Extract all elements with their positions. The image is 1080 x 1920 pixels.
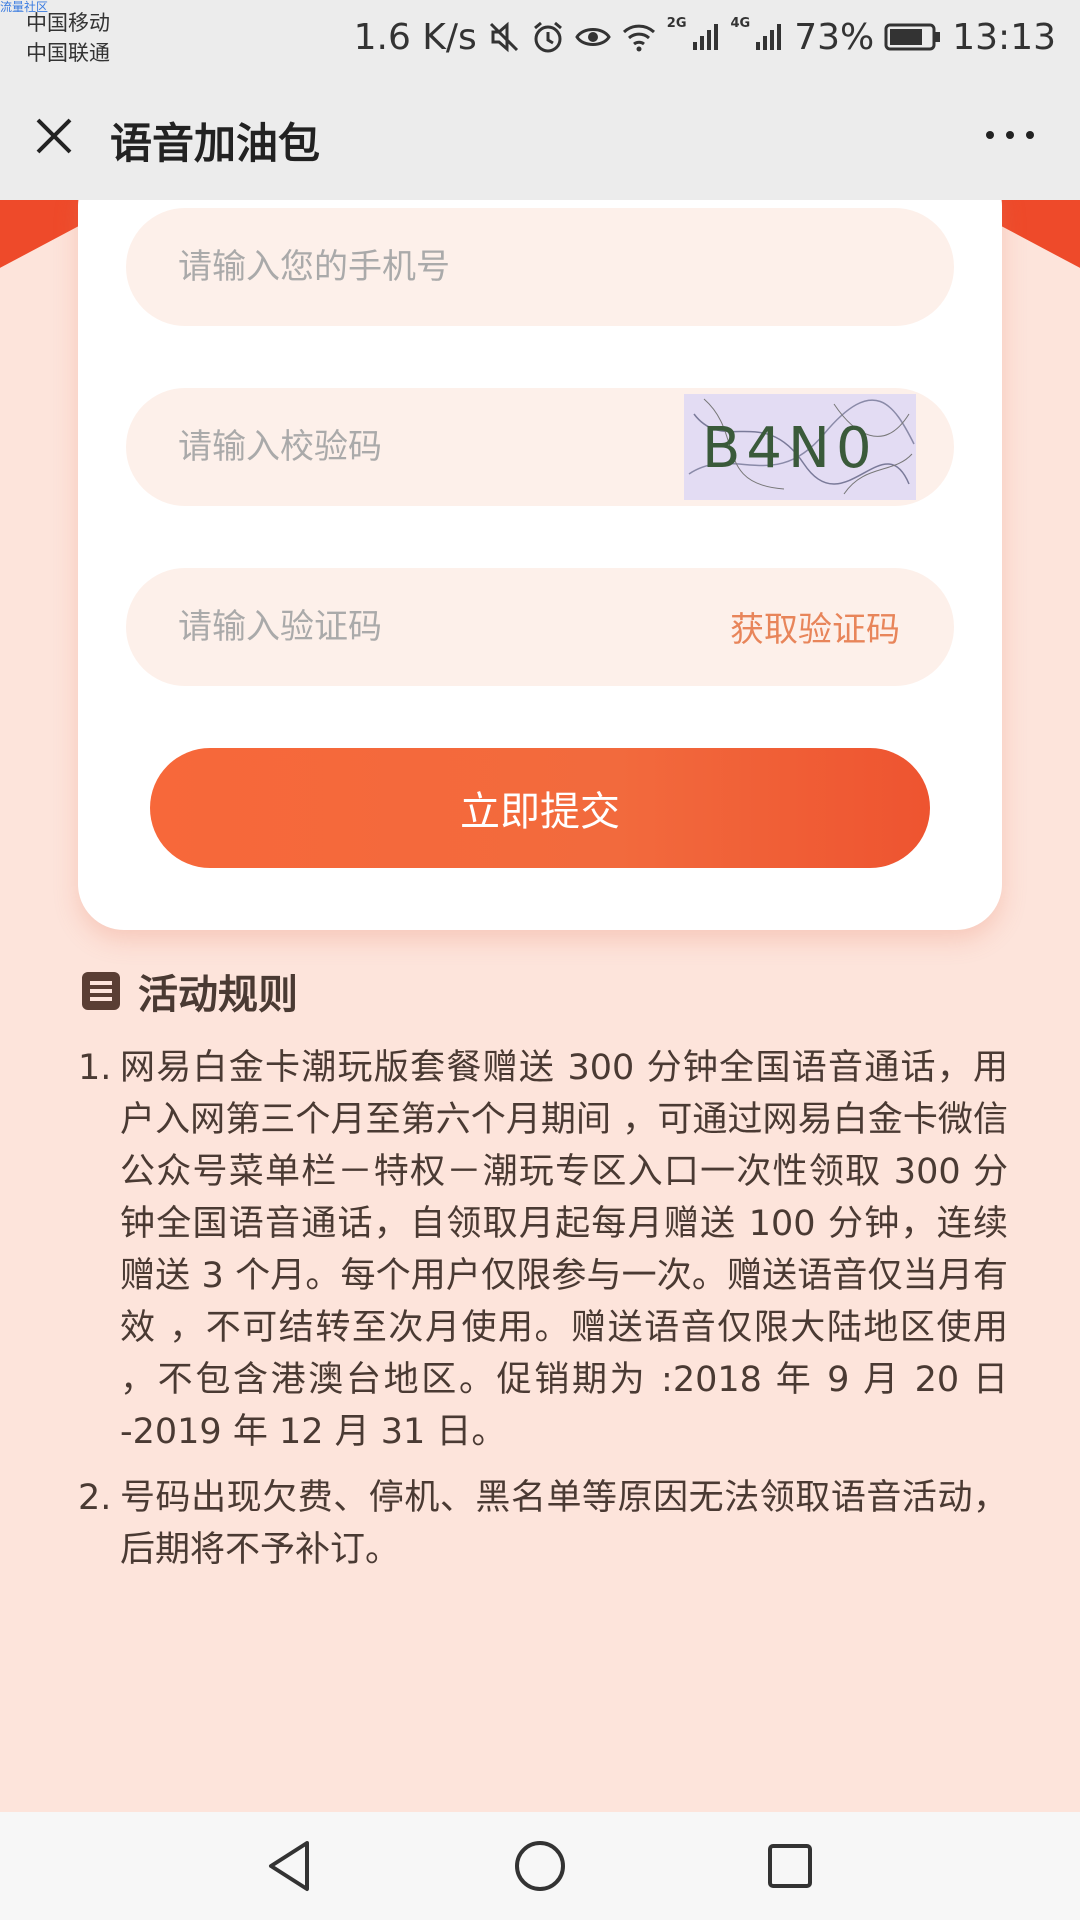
- captcha-field: B4N0: [126, 388, 954, 506]
- title-bar: 语音加油包: [0, 80, 1080, 200]
- home-circle-icon: [515, 1841, 565, 1891]
- back-triangle-icon: [269, 1841, 309, 1891]
- get-code-button[interactable]: 获取验证码: [730, 602, 900, 651]
- document-icon: [82, 972, 120, 1010]
- status-icons: 1.6 K/s 2G 4G 73% 13:13: [354, 12, 1056, 62]
- mute-icon: [487, 20, 521, 54]
- rule-text: 号码出现欠费、停机、黑名单等原因无法领取语音活动，后期将不予补订。: [120, 1478, 1008, 1570]
- rule-number: 2.: [78, 1478, 112, 1518]
- rules-title: 活动规则: [138, 972, 298, 1018]
- home-button[interactable]: [510, 1836, 570, 1896]
- form-card: B4N0 获取验证码 立即提交: [78, 200, 1002, 930]
- eye-icon: [575, 20, 611, 54]
- captcha-text: B4N0: [702, 416, 878, 481]
- carrier-2: 中国联通: [26, 41, 110, 65]
- more-icon: [986, 131, 1034, 139]
- back-button[interactable]: [260, 1836, 320, 1896]
- page-title: 语音加油包: [110, 119, 321, 168]
- submit-button[interactable]: 立即提交: [150, 748, 930, 868]
- rules-list: 1. 网易白金卡潮玩版套餐赠送 300 分钟全国语音通话，用户入网第三个月至第六…: [78, 1042, 1008, 1590]
- status-bar: 流量社区 中国移动 中国联通 1.6 K/s 2G 4G 73% 13:13: [0, 0, 1080, 80]
- more-button[interactable]: [980, 120, 1040, 150]
- carrier-info: 中国移动 中国联通: [26, 8, 110, 68]
- captcha-image[interactable]: B4N0: [684, 394, 916, 500]
- close-button[interactable]: [30, 112, 78, 160]
- net-speed: 1.6 K/s: [353, 16, 477, 58]
- recents-button[interactable]: [760, 1836, 820, 1896]
- signal-icon: [754, 22, 784, 52]
- phone-field: [126, 208, 954, 326]
- rule-number: 1.: [78, 1048, 112, 1088]
- sms-code-field: 获取验证码: [126, 568, 954, 686]
- phone-input[interactable]: [126, 208, 954, 326]
- battery-icon: [884, 22, 942, 52]
- system-nav-bar: [0, 1812, 1080, 1920]
- close-icon: [36, 118, 72, 154]
- page-content: B4N0 获取验证码 立即提交 活动规则 1. 网易白金卡潮玩版套餐赠送 300…: [0, 200, 1080, 1812]
- signal-icon: [691, 22, 721, 52]
- net-tag-2g: 2G: [666, 15, 687, 31]
- recents-square-icon: [768, 1844, 812, 1888]
- carrier-1: 中国移动: [26, 11, 110, 35]
- wifi-icon: [621, 20, 657, 54]
- alarm-icon: [531, 20, 565, 54]
- rule-text: 网易白金卡潮玩版套餐赠送 300 分钟全国语音通话，用户入网第三个月至第六个月期…: [120, 1048, 1008, 1452]
- clock: 13:13: [952, 16, 1056, 58]
- rule-item: 1. 网易白金卡潮玩版套餐赠送 300 分钟全国语音通话，用户入网第三个月至第六…: [78, 1042, 1008, 1458]
- rules-header: 活动规则: [80, 962, 298, 1020]
- rule-item: 2. 号码出现欠费、停机、黑名单等原因无法领取语音活动，后期将不予补订。: [78, 1472, 1008, 1576]
- net-tag-4g: 4G: [730, 15, 751, 31]
- battery-percent: 73%: [794, 16, 875, 58]
